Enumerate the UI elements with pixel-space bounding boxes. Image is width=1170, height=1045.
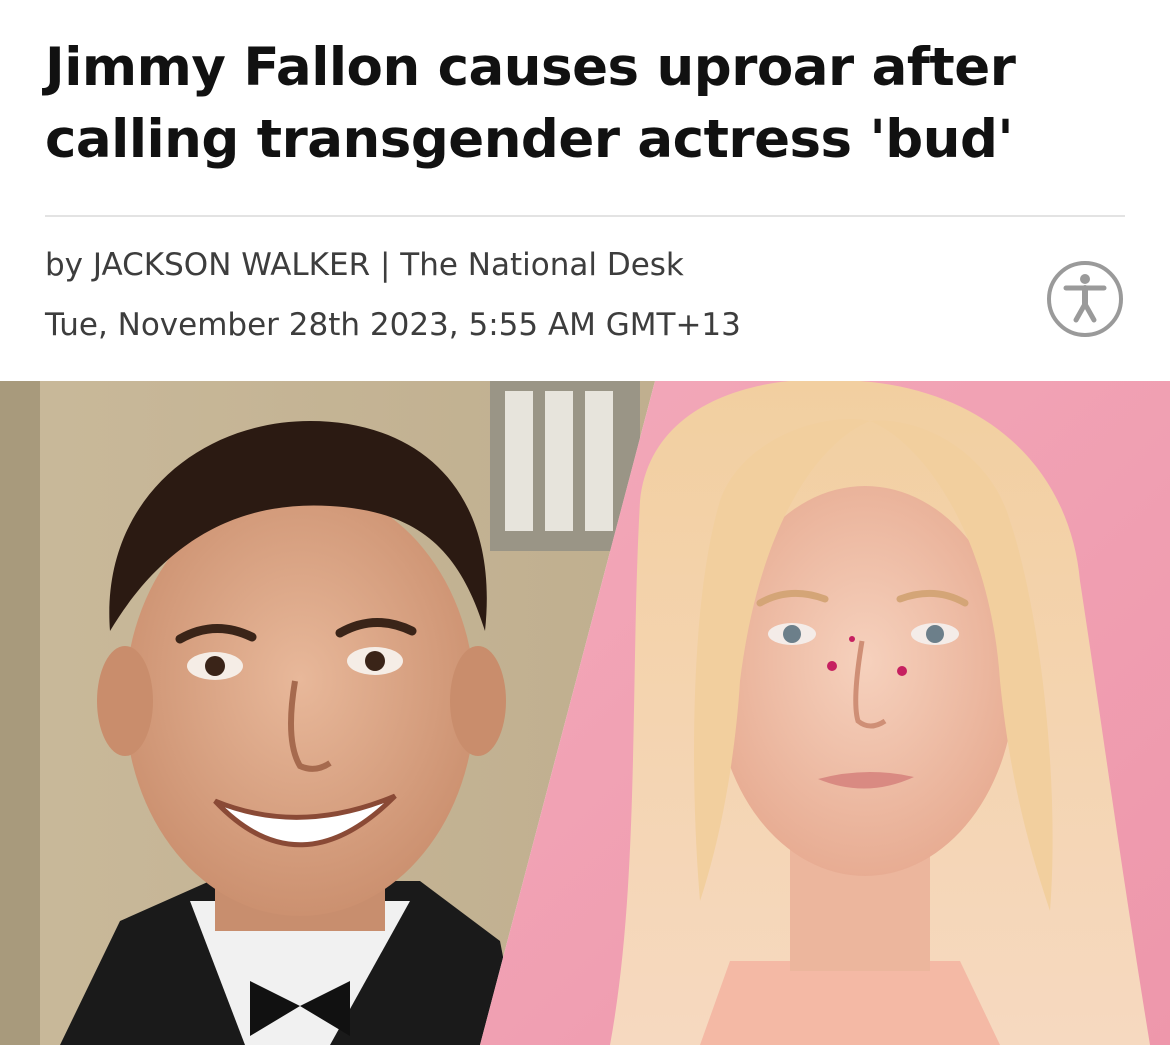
byline-prefix: by xyxy=(45,247,93,283)
author-link[interactable]: JACKSON WALKER xyxy=(93,247,370,283)
byline: by JACKSON WALKER | The National Desk xyxy=(45,244,684,286)
byline-separator: | xyxy=(370,247,401,283)
publication-link[interactable]: The National Desk xyxy=(400,247,684,283)
article-headline: Jimmy Fallon causes uproar after calling… xyxy=(45,37,1016,170)
accessibility-icon xyxy=(1047,261,1123,337)
accessibility-button[interactable] xyxy=(1046,260,1124,338)
article-photo xyxy=(0,381,1170,1045)
header-divider xyxy=(45,215,1125,217)
publish-date: Tue, November 28th 2023, 5:55 AM GMT+13 xyxy=(45,307,741,343)
